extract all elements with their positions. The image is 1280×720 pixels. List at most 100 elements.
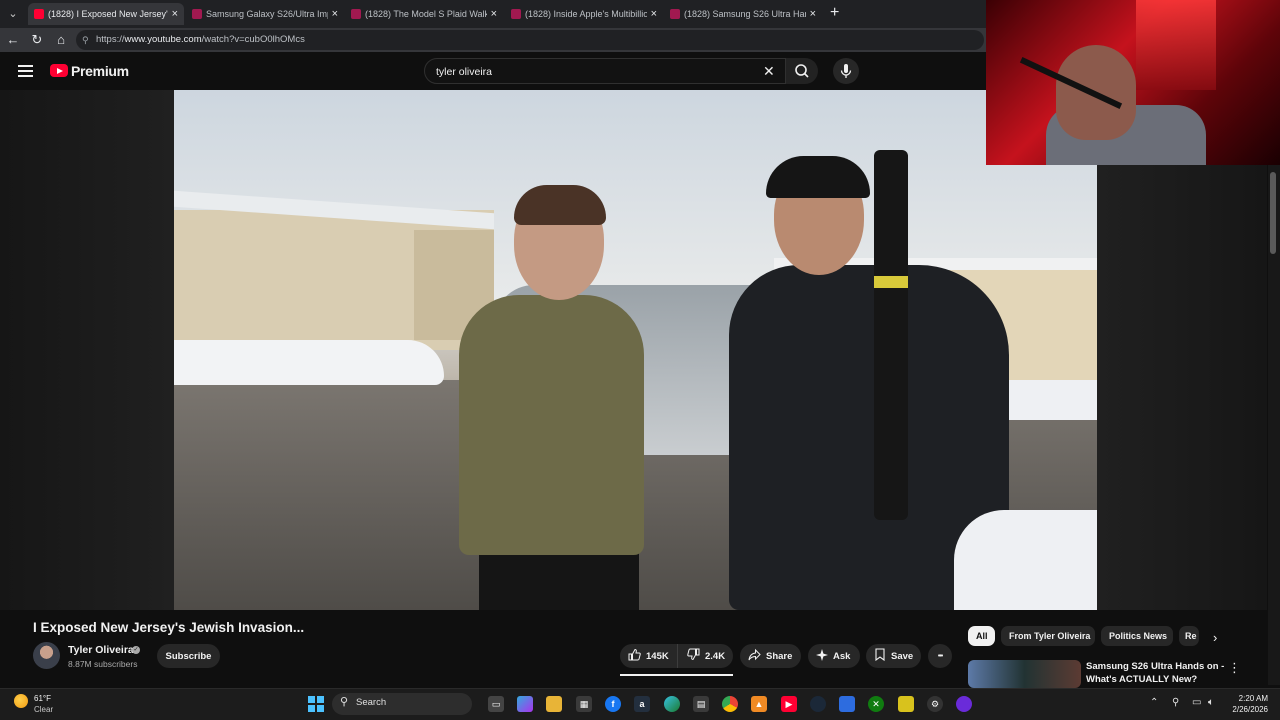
volume-icon[interactable]: 🔈︎ (1208, 697, 1214, 708)
search-input[interactable] (434, 63, 758, 81)
settings-icon[interactable]: ⚙ (927, 696, 943, 712)
taskbar-search[interactable]: ⚲ Search (332, 693, 472, 715)
browser-tab[interactable]: (1828) Samsung S26 Ultra Hands × (664, 3, 822, 25)
app-icon[interactable] (839, 696, 855, 712)
tab-close-icon[interactable]: × (810, 8, 816, 20)
more-horizontal-icon: ••• (937, 652, 943, 660)
thumbs-up-icon (628, 648, 641, 664)
tab-close-icon[interactable]: × (172, 8, 178, 20)
url-host: www.youtube.com (124, 34, 202, 45)
clock-date[interactable]: 2/26/2026 (1222, 705, 1268, 714)
obs-icon[interactable] (956, 696, 972, 712)
browser-tab[interactable]: (1828) The Model S Plaid Walked × (345, 3, 503, 25)
task-view-icon[interactable]: ▭ (488, 696, 504, 712)
search-icon: ⚲ (340, 696, 349, 708)
channel-avatar[interactable] (33, 642, 60, 669)
verified-check-icon: ✓ (132, 646, 140, 654)
browser-tab[interactable]: Samsung Galaxy S26/Ultra Impre × (186, 3, 344, 25)
chip-all[interactable]: All (968, 626, 995, 646)
url-path: /watch?v=cubO0lhOMcs (201, 34, 305, 45)
ambient-right (1097, 165, 1267, 610)
browser-toolbar: ← ↻ ⌂ ⚲ https://www.youtube.com/watch?v=c… (0, 28, 988, 52)
tab-close-icon[interactable]: × (332, 8, 338, 20)
url-prefix: https:// (96, 34, 125, 45)
scrollbar-thumb[interactable] (1270, 172, 1276, 254)
recommendation-title[interactable]: Samsung S26 Ultra Hands on - What's ACTU… (1086, 660, 1226, 686)
browser-tab[interactable]: (1828) Inside Apple's Multibillion- × (505, 3, 663, 25)
xbox-icon[interactable]: ✕ (868, 696, 884, 712)
tab-close-icon[interactable]: × (491, 8, 497, 20)
subscribe-button[interactable]: Subscribe (157, 644, 220, 668)
youtube-favicon-icon (351, 9, 361, 19)
channel-name[interactable]: Tyler Oliveira (68, 644, 134, 656)
tab-title: (1828) Inside Apple's Multibillion- (525, 9, 647, 19)
chevron-right-icon[interactable]: › (1213, 630, 1217, 645)
video-frame-snow (954, 510, 1097, 610)
tab-search-chevron-icon[interactable]: ⌄ (4, 5, 22, 23)
edge-icon[interactable] (664, 696, 680, 712)
menu-icon[interactable] (18, 65, 33, 80)
search-button[interactable] (786, 58, 818, 84)
steam-icon[interactable] (810, 696, 826, 712)
search-box[interactable] (424, 58, 786, 84)
notes-icon[interactable] (898, 696, 914, 712)
tab-title: (1828) I Exposed New Jersey's (48, 9, 168, 19)
back-arrow-icon[interactable]: ← (5, 32, 21, 48)
weather-condition[interactable]: Clear (34, 705, 53, 714)
tray-overflow-icon[interactable]: ⌃ (1150, 697, 1158, 708)
recommendation-thumbnail[interactable] (968, 660, 1081, 688)
windows-start-icon[interactable] (308, 696, 324, 712)
store-icon[interactable]: ▦ (576, 696, 592, 712)
youtube-favicon-icon (670, 9, 680, 19)
chip-from-channel[interactable]: From Tyler Oliveira (1001, 626, 1095, 646)
new-tab-icon[interactable]: + (830, 4, 839, 22)
share-button[interactable]: Share (740, 644, 801, 668)
display-icon[interactable]: ▭ (1192, 697, 1201, 708)
thumbs-down-icon (687, 648, 700, 664)
bookmark-icon (874, 648, 886, 664)
more-actions-button[interactable]: ••• (928, 644, 952, 668)
reload-icon[interactable]: ↻ (29, 32, 45, 48)
browser-tab-active[interactable]: (1828) I Exposed New Jersey's × (28, 3, 184, 25)
tab-title: (1828) The Model S Plaid Walked (365, 9, 487, 19)
dislike-button[interactable]: 2.4K (677, 644, 733, 668)
clock-time[interactable]: 2:20 AM (1232, 694, 1268, 703)
weather-temperature[interactable]: 61°F (34, 694, 51, 703)
tray-app-icon[interactable]: ⚲ (1172, 697, 1179, 708)
like-ratio-bar (620, 674, 733, 676)
calculator-icon[interactable]: ▤ (693, 696, 709, 712)
video-frame-camera-pole (874, 150, 908, 520)
youtube-logo-icon[interactable] (50, 64, 68, 77)
youtube-favicon-icon (511, 9, 521, 19)
chip-politics-news[interactable]: Politics News (1101, 626, 1173, 646)
ask-label: Ask (833, 650, 851, 662)
facebook-icon[interactable]: f (605, 696, 621, 712)
clear-search-icon[interactable]: ✕ (763, 63, 775, 79)
tab-title: (1828) Samsung S26 Ultra Hands (684, 9, 806, 19)
vlc-icon[interactable]: ▲ (751, 696, 767, 712)
taskbar-search-label: Search (356, 697, 387, 708)
tab-title: Samsung Galaxy S26/Ultra Impre (206, 9, 328, 19)
more-vertical-icon[interactable]: ⋮ (1228, 660, 1241, 676)
tab-close-icon[interactable]: × (651, 8, 657, 20)
share-arrow-icon (748, 648, 761, 664)
chip-related[interactable]: Re (1179, 626, 1199, 646)
amazon-icon[interactable]: a (634, 696, 650, 712)
video-player[interactable] (174, 90, 1097, 610)
voice-search-button[interactable] (833, 58, 859, 84)
file-explorer-icon[interactable] (546, 696, 562, 712)
weather-icon[interactable] (14, 694, 28, 708)
brand-label[interactable]: Premium (71, 63, 129, 79)
share-label: Share (766, 650, 793, 662)
sparkle-icon (816, 648, 828, 664)
site-info-icon[interactable]: ⚲ (82, 30, 89, 50)
youtube-app-icon[interactable]: ▶ (781, 696, 797, 712)
ask-button[interactable]: Ask (808, 644, 860, 668)
copilot-icon[interactable] (517, 696, 533, 712)
save-button[interactable]: Save (866, 644, 921, 668)
like-button[interactable]: 145K (620, 644, 677, 668)
address-bar[interactable]: ⚲ https://www.youtube.com/watch?v=cubO0lh… (76, 30, 984, 50)
chrome-icon[interactable] (722, 696, 738, 712)
video-frame-pole-band (874, 276, 908, 288)
home-icon[interactable]: ⌂ (53, 32, 69, 48)
